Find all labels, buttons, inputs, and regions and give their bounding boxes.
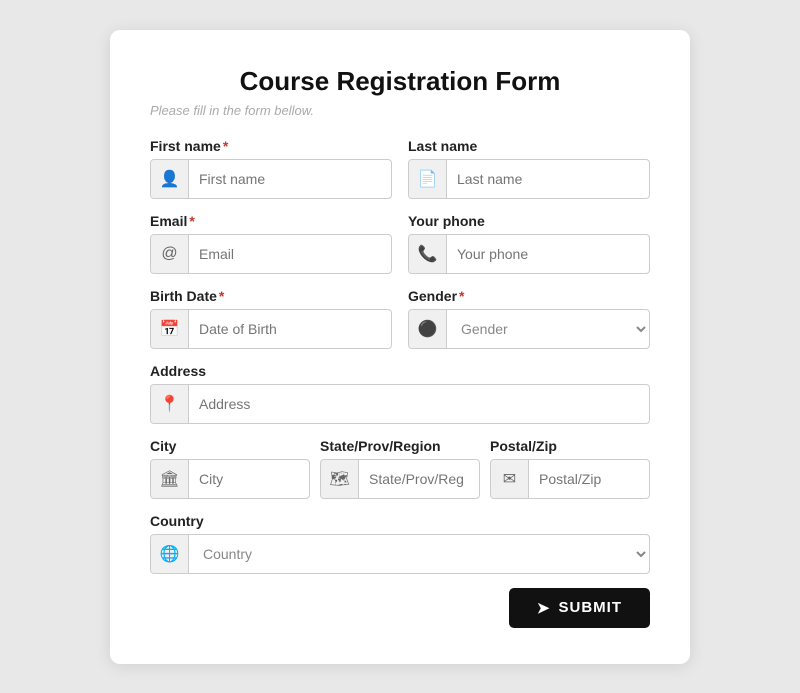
submit-label: SUBMIT xyxy=(559,599,623,616)
submit-row: ➤ SUBMIT xyxy=(150,588,650,628)
phone-icon: 📞 xyxy=(409,235,447,273)
address-input[interactable] xyxy=(189,385,649,423)
country-select[interactable]: CountryUnited StatesCanadaUnited Kingdom… xyxy=(189,535,649,573)
name-row: First name* 👤 Last name 📄 xyxy=(150,138,650,199)
gender-label: Gender* xyxy=(408,288,650,304)
city-input[interactable] xyxy=(189,460,309,498)
state-label: State/Prov/Region xyxy=(320,438,480,454)
address-input-wrapper: 📍 xyxy=(150,384,650,424)
send-icon: ➤ xyxy=(537,599,551,617)
gender-select[interactable]: GenderMaleFemaleOther xyxy=(447,310,649,348)
first-name-input-wrapper: 👤 xyxy=(150,159,392,199)
address-row: Address 📍 xyxy=(150,363,650,424)
city-label: City xyxy=(150,438,310,454)
email-phone-row: Email* @ Your phone 📞 xyxy=(150,213,650,274)
city-state-postal-row: City 🏛 State/Prov/Region 🗺 Postal/Zip ✉ xyxy=(150,438,650,499)
email-required: * xyxy=(189,213,194,229)
phone-label: Your phone xyxy=(408,213,650,229)
last-name-input[interactable] xyxy=(447,160,649,198)
birth-date-input[interactable] xyxy=(189,310,391,348)
map-icon: 🗺 xyxy=(321,460,359,498)
email-input-wrapper: @ xyxy=(150,234,392,274)
calendar-icon: 📅 xyxy=(151,310,189,348)
country-input-wrapper: 🌐 CountryUnited StatesCanadaUnited Kingd… xyxy=(150,534,650,574)
phone-group: Your phone 📞 xyxy=(408,213,650,274)
first-name-input[interactable] xyxy=(189,160,391,198)
person-icon: 👤 xyxy=(151,160,189,198)
gender-required: * xyxy=(459,288,464,304)
registration-card: Course Registration Form Please fill in … xyxy=(110,30,690,664)
first-name-label: First name* xyxy=(150,138,392,154)
email-label: Email* xyxy=(150,213,392,229)
birth-required: * xyxy=(219,288,224,304)
birth-date-label: Birth Date* xyxy=(150,288,392,304)
last-name-input-wrapper: 📄 xyxy=(408,159,650,199)
email-input[interactable] xyxy=(189,235,391,273)
mail-icon: ✉ xyxy=(491,460,529,498)
address-group: Address 📍 xyxy=(150,363,650,424)
city-icon: 🏛 xyxy=(151,460,189,498)
city-group: City 🏛 xyxy=(150,438,310,499)
globe-icon: 🌐 xyxy=(151,535,189,573)
city-input-wrapper: 🏛 xyxy=(150,459,310,499)
state-group: State/Prov/Region 🗺 xyxy=(320,438,480,499)
id-icon: 📄 xyxy=(409,160,447,198)
phone-input-wrapper: 📞 xyxy=(408,234,650,274)
email-group: Email* @ xyxy=(150,213,392,274)
first-name-required: * xyxy=(223,138,228,154)
country-row: Country 🌐 CountryUnited StatesCanadaUnit… xyxy=(150,513,650,574)
gender-icon: ⚫ xyxy=(409,310,447,348)
country-label: Country xyxy=(150,513,650,529)
address-label: Address xyxy=(150,363,650,379)
state-input-wrapper: 🗺 xyxy=(320,459,480,499)
registration-form: First name* 👤 Last name 📄 Email* xyxy=(150,138,650,628)
postal-group: Postal/Zip ✉ xyxy=(490,438,650,499)
form-subtitle: Please fill in the form bellow. xyxy=(150,103,650,118)
phone-input[interactable] xyxy=(447,235,649,273)
state-input[interactable] xyxy=(359,460,479,498)
postal-input[interactable] xyxy=(529,460,649,498)
country-group: Country 🌐 CountryUnited StatesCanadaUnit… xyxy=(150,513,650,574)
first-name-group: First name* 👤 xyxy=(150,138,392,199)
postal-label: Postal/Zip xyxy=(490,438,650,454)
at-icon: @ xyxy=(151,235,189,273)
last-name-group: Last name 📄 xyxy=(408,138,650,199)
gender-group: Gender* ⚫ GenderMaleFemaleOther xyxy=(408,288,650,349)
birth-gender-row: Birth Date* 📅 Gender* ⚫ GenderMaleFemale… xyxy=(150,288,650,349)
postal-input-wrapper: ✉ xyxy=(490,459,650,499)
gender-input-wrapper: ⚫ GenderMaleFemaleOther xyxy=(408,309,650,349)
submit-button[interactable]: ➤ SUBMIT xyxy=(509,588,650,628)
birth-date-input-wrapper: 📅 xyxy=(150,309,392,349)
location-icon: 📍 xyxy=(151,385,189,423)
birth-date-group: Birth Date* 📅 xyxy=(150,288,392,349)
last-name-label: Last name xyxy=(408,138,650,154)
form-title: Course Registration Form xyxy=(150,66,650,97)
